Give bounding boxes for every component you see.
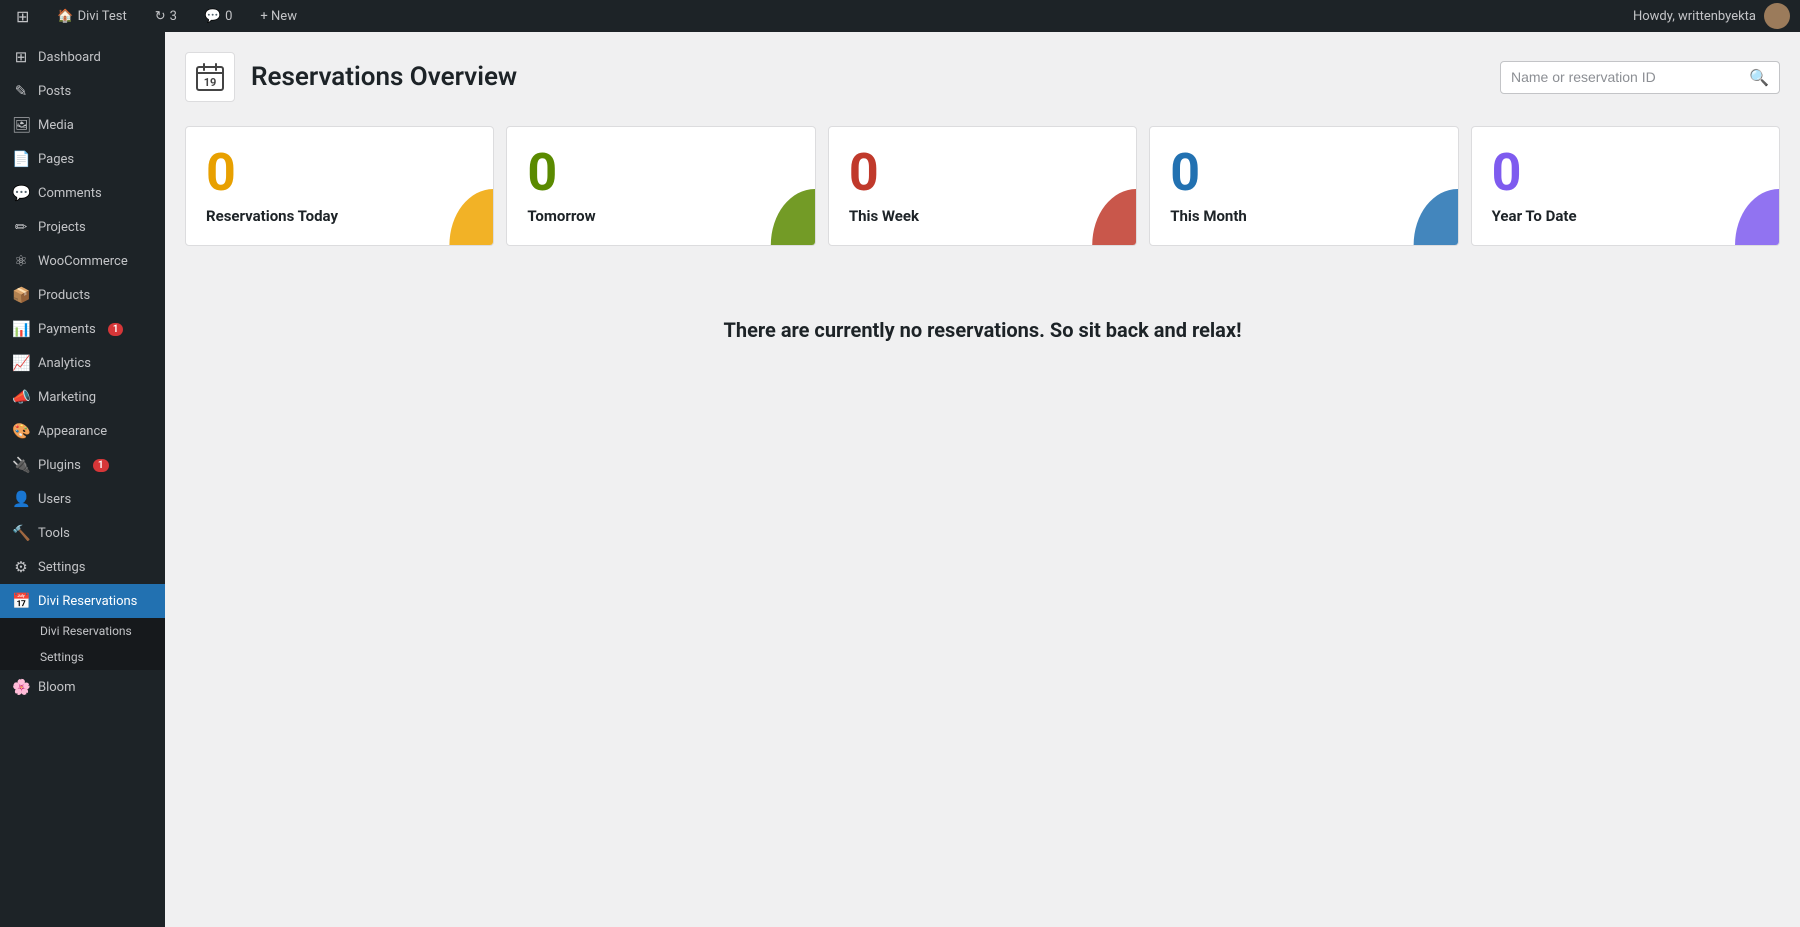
stat-value-tomorrow: 0 <box>527 147 794 199</box>
svg-text:19: 19 <box>204 76 217 89</box>
stat-value-this-week: 0 <box>849 147 1116 199</box>
payments-icon: 📊 <box>12 320 30 338</box>
stat-label-today: Reservations Today <box>206 207 473 241</box>
avatar[interactable] <box>1764 3 1790 29</box>
woocommerce-icon: ⚛ <box>12 252 30 270</box>
stat-label-this-week: This Week <box>849 207 1116 241</box>
sidebar-item-tools[interactable]: 🔨 Tools <box>0 516 165 550</box>
sidebar-item-plugins[interactable]: 🔌 Plugins 1 <box>0 448 165 482</box>
sidebar-item-bloom[interactable]: 🌸 Bloom <box>0 670 165 704</box>
search-icon: 🔍 <box>1749 68 1769 87</box>
media-icon: 🖼 <box>12 116 30 134</box>
admin-bar-user: Howdy, writtenbyekta <box>1633 3 1790 29</box>
admin-bar-new[interactable]: + New <box>254 0 303 32</box>
stat-label-year-to-date: Year To Date <box>1492 207 1759 241</box>
search-container: 🔍 <box>1500 61 1780 94</box>
stat-card-this-month: 0 This Month <box>1149 126 1458 246</box>
plugins-badge: 1 <box>93 459 109 472</box>
sidebar-item-pages[interactable]: 📄 Pages <box>0 142 165 176</box>
sidebar-sub-divi-reservations[interactable]: Divi Reservations <box>0 618 165 644</box>
wp-logo-icon: ⊞ <box>16 7 29 26</box>
admin-bar-updates[interactable]: ↻ 3 <box>149 0 183 32</box>
stat-value-year-to-date: 0 <box>1492 147 1759 199</box>
page-header: 19 Reservations Overview 🔍 <box>185 52 1780 102</box>
main-content: 19 Reservations Overview 🔍 0 Reservation… <box>165 32 1800 927</box>
updates-icon: ↻ <box>155 9 166 24</box>
admin-bar-site-name[interactable]: 🏠 Divi Test <box>51 0 132 32</box>
analytics-icon: 📈 <box>12 354 30 372</box>
bloom-icon: 🌸 <box>12 678 30 696</box>
tools-icon: 🔨 <box>12 524 30 542</box>
sidebar-item-analytics[interactable]: 📈 Analytics <box>0 346 165 380</box>
page-title: Reservations Overview <box>251 62 1484 92</box>
divi-reservations-icon: 📅 <box>12 592 30 610</box>
sidebar-item-settings[interactable]: ⚙ Settings <box>0 550 165 584</box>
stat-value-today: 0 <box>206 147 473 199</box>
sidebar-item-woocommerce[interactable]: ⚛ WooCommerce <box>0 244 165 278</box>
layout: ⊞ Dashboard ✎ Posts 🖼 Media 📄 Pages 💬 Co… <box>0 32 1800 927</box>
admin-bar: ⊞ 🏠 Divi Test ↻ 3 💬 0 + New Howdy, writt… <box>0 0 1800 32</box>
stat-card-tomorrow: 0 Tomorrow <box>506 126 815 246</box>
appearance-icon: 🎨 <box>12 422 30 440</box>
dashboard-icon: ⊞ <box>12 48 30 66</box>
plugins-icon: 🔌 <box>12 456 30 474</box>
comments-icon: 💬 <box>12 184 30 202</box>
settings-icon: ⚙ <box>12 558 30 576</box>
comments-icon: 💬 <box>205 9 221 24</box>
sidebar-item-products[interactable]: 📦 Products <box>0 278 165 312</box>
posts-icon: ✎ <box>12 82 30 100</box>
payments-badge: 1 <box>108 323 124 336</box>
stat-card-this-week: 0 This Week <box>828 126 1137 246</box>
admin-bar-comments[interactable]: 💬 0 <box>199 0 239 32</box>
sidebar-item-dashboard[interactable]: ⊞ Dashboard <box>0 40 165 74</box>
page-icon: 19 <box>185 52 235 102</box>
sidebar-item-posts[interactable]: ✎ Posts <box>0 74 165 108</box>
sidebar-item-payments[interactable]: 📊 Payments 1 <box>0 312 165 346</box>
users-icon: 👤 <box>12 490 30 508</box>
empty-state: There are currently no reservations. So … <box>185 278 1780 382</box>
sidebar-item-appearance[interactable]: 🎨 Appearance <box>0 414 165 448</box>
stats-row: 0 Reservations Today 0 Tomorrow 0 This W… <box>185 126 1780 246</box>
stat-card-year-to-date: 0 Year To Date <box>1471 126 1780 246</box>
sidebar: ⊞ Dashboard ✎ Posts 🖼 Media 📄 Pages 💬 Co… <box>0 32 165 927</box>
sidebar-item-projects[interactable]: ✏ Projects <box>0 210 165 244</box>
stat-label-this-month: This Month <box>1170 207 1437 241</box>
projects-icon: ✏ <box>12 218 30 236</box>
sidebar-item-users[interactable]: 👤 Users <box>0 482 165 516</box>
sidebar-sub-settings[interactable]: Settings <box>0 644 165 670</box>
site-home-icon: 🏠 <box>57 9 73 24</box>
sidebar-item-divi-reservations[interactable]: 📅 Divi Reservations <box>0 584 165 618</box>
stat-value-this-month: 0 <box>1170 147 1437 199</box>
sidebar-item-media[interactable]: 🖼 Media <box>0 108 165 142</box>
sidebar-item-comments[interactable]: 💬 Comments <box>0 176 165 210</box>
stat-card-today: 0 Reservations Today <box>185 126 494 246</box>
sidebar-sub-section: Divi Reservations Settings <box>0 618 165 670</box>
admin-bar-wp-logo[interactable]: ⊞ <box>10 0 35 32</box>
marketing-icon: 📣 <box>12 388 30 406</box>
search-input[interactable] <box>1511 69 1741 85</box>
pages-icon: 📄 <box>12 150 30 168</box>
products-icon: 📦 <box>12 286 30 304</box>
sidebar-item-marketing[interactable]: 📣 Marketing <box>0 380 165 414</box>
stat-label-tomorrow: Tomorrow <box>527 207 794 241</box>
